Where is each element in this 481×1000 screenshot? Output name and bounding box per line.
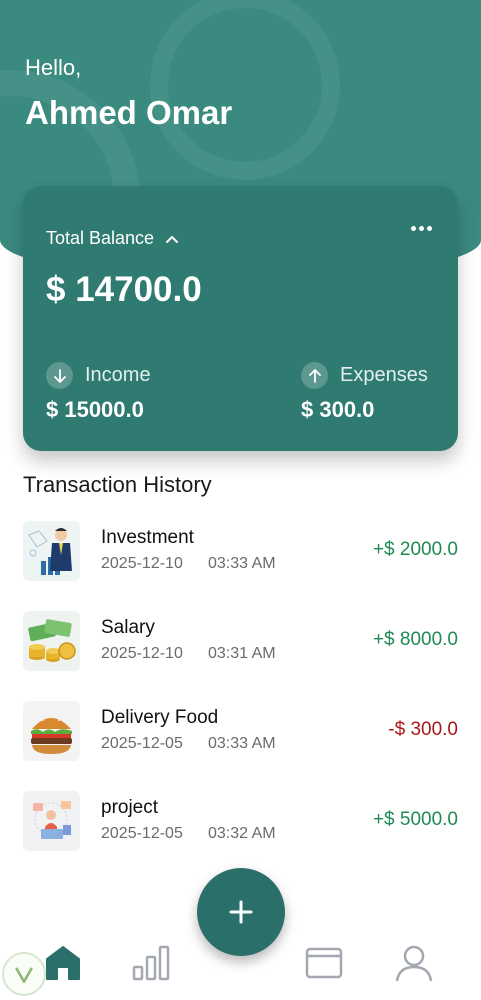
balance-card: Total Balance $ 14700.0 Income $ 15000.0…	[23, 186, 458, 451]
transaction-amount: +$ 5000.0	[372, 809, 458, 830]
transaction-amount: +$ 2000.0	[372, 539, 458, 560]
transaction-title: Delivery Food	[101, 707, 219, 728]
arrow-up-icon	[301, 362, 328, 389]
transaction-time: 03:31 AM	[208, 645, 276, 662]
plus-icon	[229, 900, 253, 924]
burger-icon	[23, 701, 80, 761]
expenses-amount: $ 300.0	[301, 397, 375, 422]
chevron-up-icon	[166, 235, 179, 243]
add-transaction-button[interactable]	[197, 868, 285, 956]
transaction-date: 2025-12-10	[101, 645, 183, 662]
expenses-label: Expenses	[340, 364, 428, 386]
transaction-time: 03:32 AM	[208, 825, 276, 842]
transaction-date: 2025-12-05	[101, 735, 183, 752]
expenses-stat: Expenses $ 300.0	[301, 362, 428, 423]
transaction-amount: -$ 300.0	[388, 719, 458, 740]
profile-icon[interactable]	[394, 943, 434, 983]
transaction-title: project	[101, 797, 159, 818]
home-icon[interactable]	[43, 943, 83, 983]
transaction-row[interactable]: Salary 2025-12-10 03:31 AM +$ 8000.0	[23, 611, 458, 671]
transaction-title: Investment	[101, 527, 194, 548]
transaction-date: 2025-12-05	[101, 825, 183, 842]
salary-icon	[23, 611, 80, 671]
wallet-icon[interactable]	[304, 943, 344, 983]
arrow-down-icon	[46, 362, 73, 389]
transaction-time: 03:33 AM	[208, 555, 276, 572]
income-amount: $ 15000.0	[46, 397, 144, 422]
transaction-row[interactable]: Delivery Food 2025-12-05 03:33 AM -$ 300…	[23, 701, 458, 761]
transaction-amount: +$ 8000.0	[372, 629, 458, 650]
total-balance-label: Total Balance	[46, 228, 155, 248]
income-label: Income	[85, 364, 151, 386]
watermark-logo	[2, 952, 46, 996]
project-icon	[23, 791, 80, 851]
more-options-icon[interactable]	[411, 226, 432, 231]
transaction-title: Salary	[101, 617, 155, 638]
transaction-history-title: Transaction History	[23, 472, 212, 497]
greeting-text: Hello,	[25, 55, 82, 80]
transaction-row[interactable]: Investment 2025-12-10 03:33 AM +$ 2000.0	[23, 521, 458, 581]
income-stat: Income $ 15000.0	[46, 362, 151, 423]
decorative-ring	[150, 0, 340, 180]
investment-icon	[23, 521, 80, 581]
transaction-row[interactable]: project 2025-12-05 03:32 AM +$ 5000.0	[23, 791, 458, 851]
transaction-date: 2025-12-10	[101, 555, 183, 572]
statistics-icon[interactable]	[131, 943, 171, 983]
transaction-time: 03:33 AM	[208, 735, 276, 752]
total-balance-toggle[interactable]: Total Balance	[46, 228, 180, 249]
total-balance-amount: $ 14700.0	[46, 270, 202, 309]
user-name: Ahmed Omar	[25, 94, 233, 131]
